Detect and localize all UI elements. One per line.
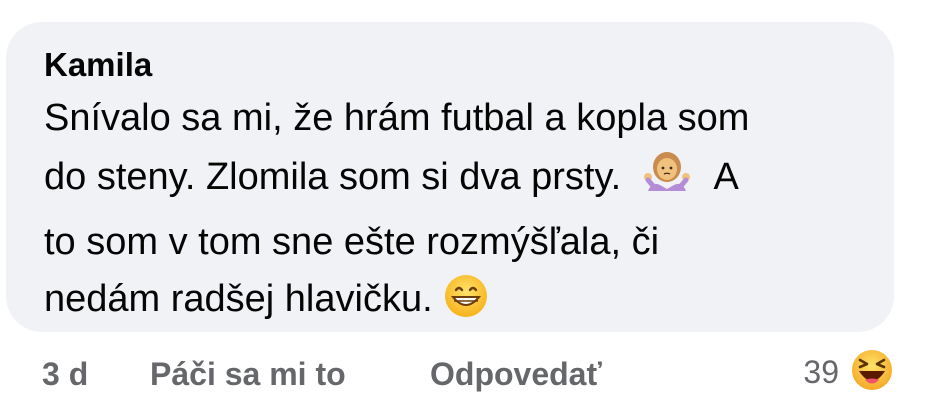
grinning-face-icon bbox=[443, 273, 489, 336]
comment-line-4: nedám radšej hlavičku. bbox=[44, 271, 860, 336]
comment-bubble: Kamila Snívalo sa mi, že hrám futbal a k… bbox=[6, 22, 894, 332]
comment-line-2: do steny. Zlomila som si dva prsty. A bbox=[44, 147, 860, 214]
comment-line-1: Snívalo sa mi, že hrám futbal a kopla so… bbox=[44, 97, 750, 139]
comment-author[interactable]: Kamila bbox=[42, 42, 860, 88]
comment-timestamp[interactable]: 3 d bbox=[42, 354, 88, 394]
comment-text: Snívalo sa mi, že hrám futbal a kopla so… bbox=[42, 90, 860, 336]
like-button[interactable]: Páči sa mi to bbox=[150, 354, 346, 394]
comment-line-2-text: do steny. Zlomila som si dva prsty. bbox=[44, 156, 622, 198]
comment-line-2-tail: A bbox=[713, 156, 739, 198]
laughing-face-icon bbox=[849, 347, 895, 398]
woman-shrugging-icon bbox=[642, 147, 692, 214]
reaction-count: 39 bbox=[803, 354, 839, 390]
comment-line-4-text: nedám radšej hlavičku. bbox=[44, 278, 433, 320]
reaction-summary[interactable]: 39 bbox=[803, 347, 895, 398]
comment-line-3: to som v tom sne ešte rozmýšľala, či bbox=[44, 221, 660, 263]
reply-button[interactable]: Odpovedať bbox=[430, 354, 602, 394]
comment-actions: 3 d Páči sa mi to Odpovedať 39 bbox=[0, 340, 927, 410]
